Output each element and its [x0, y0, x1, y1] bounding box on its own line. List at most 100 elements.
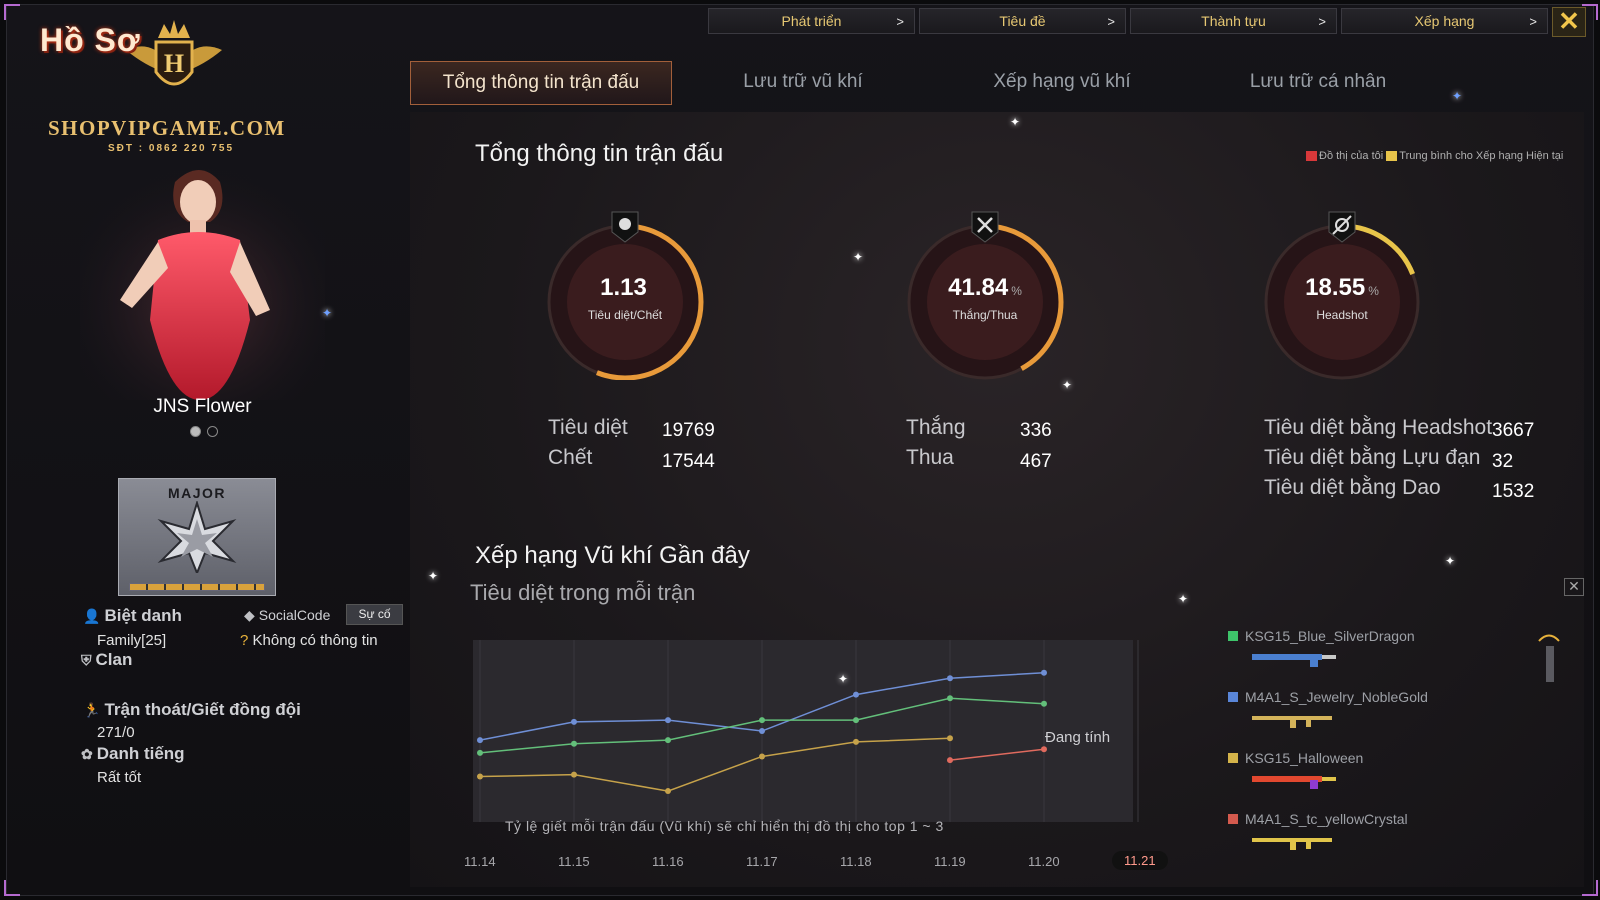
carousel-dot[interactable]: [207, 426, 218, 437]
nickname-label-row: 👤 Biệt danh: [83, 606, 182, 626]
gauge-value: 18.55%: [1305, 274, 1379, 301]
legend-average: Trung bình cho Xếp hạng Hiện tại: [1399, 150, 1564, 162]
chart-note: Tỷ lệ giết mỗi trận đấu (Vũ khí) sẽ chỉ …: [505, 818, 944, 834]
tab-weapon-storage[interactable]: Lưu trữ vũ khí: [672, 61, 934, 103]
gauge-caption: Thắng/Thua: [952, 308, 1018, 322]
weapon-name: KSG15_Blue_SilverDragon: [1245, 628, 1415, 644]
weapon-list-close-button[interactable]: ✕: [1564, 578, 1584, 596]
kills-value: 19769: [662, 420, 715, 441]
weapon-list-item[interactable]: M4A1_S_Jewelry_NobleGold: [1228, 689, 1428, 750]
weapon-list-item[interactable]: KSG15_Halloween: [1228, 750, 1428, 811]
weapon-name: M4A1_S_Jewelry_NobleGold: [1245, 689, 1428, 705]
weapon-name-row: KSG15_Halloween: [1228, 750, 1428, 766]
topnav-titles[interactable]: Tiêu đề >: [919, 8, 1126, 34]
x-tick-label[interactable]: 11.21: [1112, 851, 1168, 870]
chevron-right-icon: >: [1107, 13, 1115, 29]
weapon-list: KSG15_Blue_SilverDragon M4A1_S_Jewelry_N…: [1228, 628, 1428, 872]
close-button[interactable]: ✕: [1552, 7, 1586, 37]
gauge-winrate: 41.84% Thắng/Thua: [900, 210, 1070, 381]
knife-kills-value: 1532: [1492, 481, 1535, 502]
legend-swatch-average: [1386, 151, 1398, 162]
sparkle-decoration: ✦: [838, 672, 849, 686]
topnav-development[interactable]: Phát triển >: [708, 8, 915, 34]
weapon-swatch: [1228, 753, 1238, 763]
grenade-kills-label: Tiêu diệt bằng Lựu đạn: [1264, 446, 1481, 469]
user-icon: 👤: [83, 608, 101, 624]
weapon-name-row: M4A1_S_tc_yellowCrystal: [1228, 811, 1428, 827]
topnav-achievements[interactable]: Thành tựu >: [1130, 8, 1337, 34]
legend-mine: Đồ thị của tôi: [1319, 150, 1384, 162]
logo-letter: H: [164, 49, 184, 78]
rifle-icon: [1252, 838, 1332, 850]
nickname-value: Family[25]: [97, 632, 167, 649]
tab-personal-storage[interactable]: Lưu trữ cá nhân: [1190, 61, 1446, 103]
sparkle-decoration: ✦: [322, 306, 333, 320]
topnav-label: Xếp hạng: [1414, 13, 1475, 29]
social-value-row: ? Không có thông tin: [240, 632, 378, 649]
social-label-row: ◆ SocialCode: [244, 607, 330, 624]
rank-card[interactable]: MAJOR: [118, 478, 276, 596]
losses-value: 467: [1020, 451, 1052, 472]
weapon-swatch: [1228, 814, 1238, 824]
losses-label: Thua: [906, 446, 954, 469]
profile-title: Hồ Sơ: [40, 22, 141, 58]
weapon-name: M4A1_S_tc_yellowCrystal: [1245, 811, 1408, 827]
scroll-up-icon[interactable]: [1538, 632, 1560, 642]
star-rank-icon: [157, 501, 237, 573]
x-tick-label: 11.17: [746, 854, 778, 869]
character-name: JNS Flower: [153, 396, 252, 417]
gauge-kd: 1.13 Tiêu diệt/Chết: [540, 210, 710, 381]
gauge-caption: Tiêu diệt/Chết: [587, 308, 663, 322]
frame-corner-bl: [4, 880, 20, 896]
weapon-swatch: [1228, 631, 1238, 641]
social-value: Không có thông tin: [252, 632, 378, 649]
weapon-list-item[interactable]: KSG15_Blue_SilverDragon: [1228, 628, 1428, 689]
reputation-label-row: ✿ Danh tiếng: [81, 744, 185, 764]
question-icon: ?: [240, 632, 249, 649]
x-tick-label: 11.16: [652, 854, 684, 869]
runner-icon: 🏃: [83, 702, 101, 718]
character-portrait[interactable]: JNS Flower: [80, 160, 325, 460]
section-title: Tổng thông tin trận đấu: [475, 140, 724, 167]
rifle-icon: [1252, 716, 1332, 728]
legend-swatch-mine: [1306, 151, 1317, 162]
carousel-dot-active[interactable]: [190, 426, 201, 437]
weapon-name-row: M4A1_S_Jewelry_NobleGold: [1228, 689, 1428, 705]
top-navigation: Phát triển > Tiêu đề > Thành tựu > Xếp hạng…: [708, 8, 1548, 34]
topnav-ranking[interactable]: Xếp hạng >: [1341, 8, 1548, 34]
deaths-label: Chết: [548, 446, 593, 469]
x-tick-label: 11.20: [1028, 854, 1060, 869]
knife-kills-label: Tiêu diệt bằng Dao: [1264, 476, 1441, 499]
wins-label: Thắng: [906, 416, 966, 439]
gauge-value: 41.84%: [948, 274, 1022, 301]
desert-label-row: 🏃 Trận thoát/Giết đồng đội: [83, 700, 301, 720]
shotgun-icon: [1252, 654, 1336, 667]
social-label: SocialCode: [258, 607, 331, 623]
clan-label-row: ⛨ Clan: [81, 650, 132, 670]
report-issue-button[interactable]: Sự cố: [346, 604, 403, 625]
frame-corner-tl: [4, 4, 20, 20]
sparkle-decoration: ✦: [853, 250, 864, 264]
shotgun-icon: [1252, 776, 1336, 789]
weapon-name-row: KSG15_Blue_SilverDragon: [1228, 628, 1428, 644]
headshot-kills-label: Tiêu diệt bằng Headshot: [1264, 416, 1493, 439]
weapon-list-item[interactable]: M4A1_S_tc_yellowCrystal: [1228, 811, 1428, 872]
reputation-value: Rất tốt: [97, 769, 142, 786]
tab-weapon-ranking[interactable]: Xếp hạng vũ khí: [934, 61, 1190, 103]
weapon-chart-subtitle: Tiêu diệt trong mỗi trận: [470, 580, 696, 605]
crossed-swords-icon: [971, 211, 999, 243]
topnav-label: Tiêu đề: [999, 13, 1046, 29]
weapon-name: KSG15_Halloween: [1245, 750, 1364, 766]
skull-icon: [611, 211, 639, 243]
grenade-kills-value: 32: [1492, 451, 1514, 472]
weapon-list-scrollbar[interactable]: [1538, 634, 1560, 868]
logo-site-text: SHOPVIPGAME.COM: [48, 116, 286, 140]
headshot-kills-value: 3667: [1492, 420, 1535, 441]
scrollbar-thumb[interactable]: [1546, 646, 1554, 682]
chevron-right-icon: >: [1318, 13, 1326, 29]
x-tick-label: 11.19: [934, 854, 966, 869]
tab-match-summary[interactable]: Tổng thông tin trận đấu: [410, 61, 672, 105]
tab-bar: Tổng thông tin trận đấu Lưu trữ vũ khí X…: [410, 61, 1446, 105]
x-tick-label: 11.18: [840, 854, 872, 869]
topnav-label: Thành tựu: [1201, 13, 1266, 29]
